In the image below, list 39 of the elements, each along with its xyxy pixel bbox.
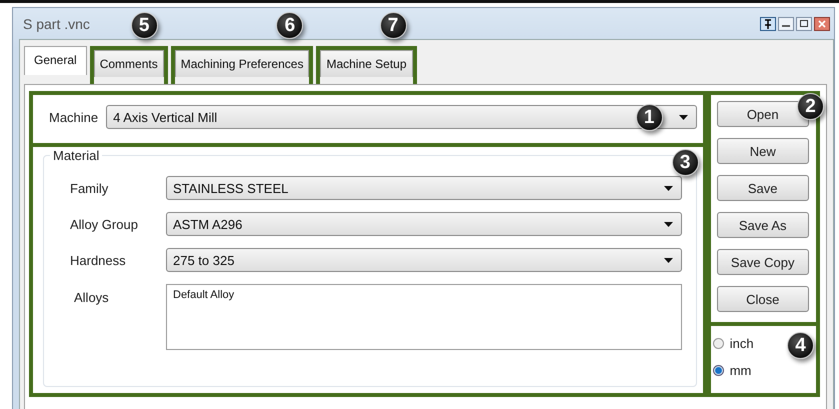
callout-badge: 4 <box>787 332 814 359</box>
action-button[interactable]: Save As <box>716 212 809 238</box>
callout-badge: 2 <box>797 93 824 120</box>
radio-label: inch <box>730 336 754 351</box>
radio-label: mm <box>730 363 752 378</box>
action-button[interactable]: Close <box>716 286 809 312</box>
dropdown[interactable]: STAINLESS STEEL <box>166 176 682 200</box>
callout-badge: 6 <box>276 12 304 39</box>
field-label: Hardness <box>70 252 127 268</box>
group-title: Material <box>50 148 102 163</box>
list-item[interactable]: Default Alloy <box>173 289 675 301</box>
field-label: Alloys <box>73 289 110 305</box>
callout-badge: 3 <box>672 149 699 176</box>
close-icon[interactable] <box>814 16 830 30</box>
list-box[interactable]: Default Alloy <box>166 284 682 350</box>
tab[interactable]: Machine Setup <box>320 50 413 77</box>
callout-badge: 5 <box>130 12 158 39</box>
pin-icon[interactable] <box>760 16 776 30</box>
field-label: Family <box>70 180 110 196</box>
window-title: S part .vnc <box>23 16 90 32</box>
tab[interactable]: Machining Preferences <box>174 50 310 77</box>
radio-button[interactable] <box>712 365 724 376</box>
tab[interactable]: Comments <box>94 50 164 77</box>
dropdown[interactable]: 275 to 325 <box>166 248 682 272</box>
caret-icon <box>664 222 673 226</box>
minimize-icon[interactable] <box>778 16 794 30</box>
callout-badge: 7 <box>380 12 407 39</box>
caret-icon <box>678 114 688 120</box>
action-button[interactable]: Save Copy <box>716 249 809 275</box>
field-label: Machine <box>49 109 98 125</box>
dropdown[interactable]: ASTM A296 <box>166 212 682 236</box>
maximize-icon[interactable] <box>796 16 812 30</box>
caret-icon <box>664 258 673 262</box>
action-button[interactable]: Save <box>716 175 809 201</box>
caret-icon <box>664 186 673 190</box>
radio-button[interactable] <box>712 338 724 349</box>
tab[interactable]: General <box>24 46 87 75</box>
field-label: Alloy Group <box>70 216 139 232</box>
action-button[interactable]: New <box>716 138 809 164</box>
